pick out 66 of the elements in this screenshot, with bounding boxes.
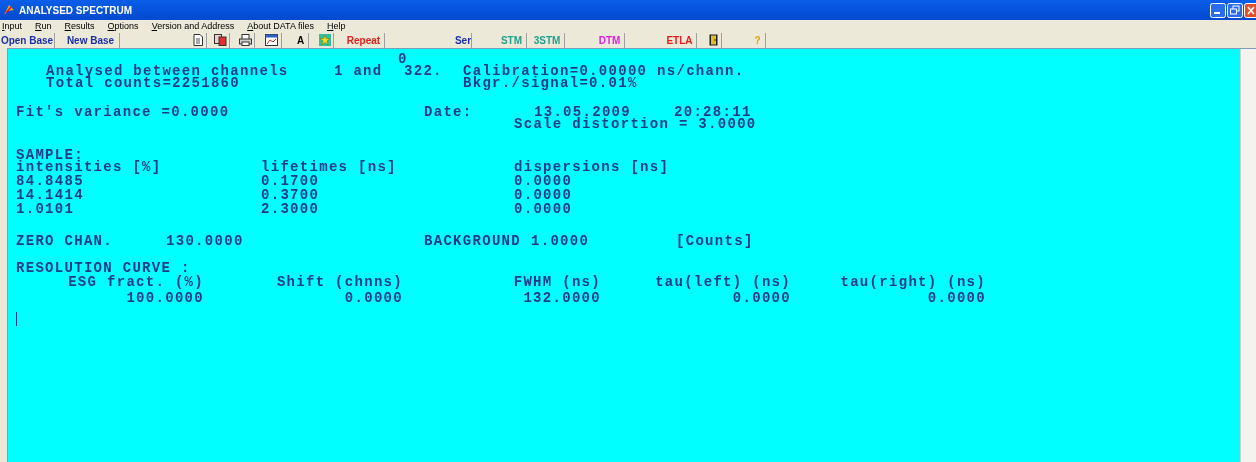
- printer-icon[interactable]: [237, 32, 255, 48]
- table-cell-text: 2.3000: [261, 203, 321, 215]
- table-cell-text: 0.0000: [343, 292, 403, 304]
- report-text: Total counts=2251860: [46, 77, 242, 89]
- menu-item[interactable]: Results: [64, 20, 95, 32]
- report-text: Bkgr./signal=0.01%: [463, 77, 638, 89]
- window-icon[interactable]: [262, 32, 282, 48]
- report-value: 13.05.2009: [534, 106, 631, 118]
- table-cell-text: 100.0000: [125, 292, 204, 304]
- window-title: ANALYSED SPECTRUM: [19, 3, 132, 18]
- column-header: FWHM (ns): [512, 276, 601, 288]
- star-icon[interactable]: [316, 32, 334, 48]
- column-header: tau(right) (ns): [839, 276, 986, 288]
- report-value: 1 and: [334, 65, 384, 77]
- table-cell: 0.0000: [514, 189, 573, 201]
- report-text: Scale distortion = 3.0000: [514, 118, 757, 130]
- column-header: dispersions [ns]: [514, 161, 670, 173]
- toolbar-button[interactable]: A: [293, 32, 309, 48]
- toolbar-button[interactable]: ETLA: [663, 32, 697, 48]
- table-cell-text: 0.3700: [261, 189, 321, 201]
- report-value: 130.0000: [166, 235, 245, 247]
- table-cell-text: 1.0101: [16, 203, 76, 215]
- copy-icon[interactable]: [212, 32, 230, 48]
- table-cell-text: 0.0000: [926, 292, 986, 304]
- section-title: RESOLUTION CURVE :: [16, 262, 191, 274]
- column-header: intensities [%]: [16, 161, 163, 173]
- report-text: Fit's variance =0.0000: [16, 106, 231, 118]
- close-icon[interactable]: [1244, 2, 1256, 18]
- report-text: [Counts]: [676, 235, 754, 247]
- toolbar-button[interactable]: Repeat: [343, 32, 385, 48]
- document-icon[interactable]: [190, 32, 207, 48]
- menu-item[interactable]: Help: [326, 20, 346, 32]
- channel-marker: 0: [398, 53, 408, 65]
- minimize-icon[interactable]: [1210, 2, 1226, 18]
- toolbar-button[interactable]: Open Base: [0, 32, 55, 48]
- report-label: BACKGROUND: [424, 235, 522, 247]
- report-value: 1.0000: [531, 235, 591, 247]
- column-header: lifetimes [ns]: [261, 161, 398, 173]
- report-value: 20:28:11: [674, 106, 752, 118]
- report-text: Calibration=0.00000 ns/chann.: [463, 65, 745, 77]
- menu-item[interactable]: About DATA files: [247, 20, 314, 32]
- text-cursor: [16, 312, 17, 326]
- report-value: 322.: [404, 65, 444, 77]
- table-cell: 0.0000: [514, 175, 573, 187]
- table-cell-text: 0.1700: [261, 175, 321, 187]
- column-header: Shift (chnns): [275, 276, 403, 288]
- table-cell-text: 0.0000: [731, 292, 791, 304]
- report-label: Analysed between channels: [46, 65, 290, 77]
- table-cell-text: 84.8485: [16, 175, 85, 187]
- table-cell-text: 14.1414: [16, 189, 85, 201]
- toolbar-button[interactable]: New Base: [62, 32, 120, 48]
- report-label: ZERO CHAN.: [16, 235, 114, 247]
- menu-item[interactable]: Options: [107, 20, 139, 32]
- menu-item[interactable]: Run: [35, 20, 52, 32]
- maximize-icon[interactable]: [1227, 2, 1243, 18]
- app-icon: [3, 4, 15, 16]
- toolbar-button[interactable]: Ser: [455, 32, 472, 48]
- column-header: tau(left) (ns): [654, 276, 791, 288]
- column-header: ESG fract. (%): [67, 276, 204, 288]
- menu-item[interactable]: Version and Address: [151, 20, 235, 32]
- table-cell: 0.0000: [514, 203, 573, 215]
- scrollbar[interactable]: [1240, 49, 1256, 462]
- menu-item[interactable]: Input: [2, 20, 23, 32]
- report-label: Date:: [424, 106, 474, 118]
- section-title: SAMPLE:: [16, 149, 84, 161]
- table-cell-text: 132.0000: [522, 292, 601, 304]
